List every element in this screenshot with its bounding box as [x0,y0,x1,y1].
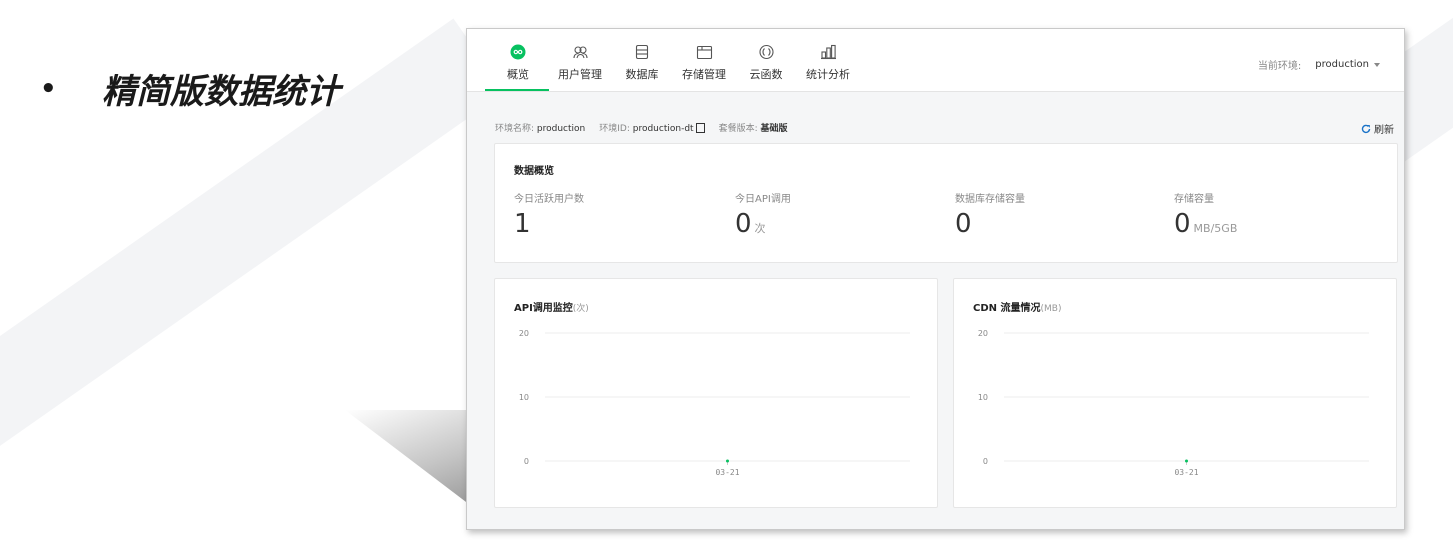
stat-label: 今日活跃用户数 [514,194,584,205]
stat-label: 存储容量 [1174,194,1214,205]
env-id-value: production-dt [632,124,694,134]
stat-database-capacity: 数据库存储容量 0 [955,190,1025,244]
function-icon [757,43,775,61]
env-name-field: 环境名称: production [495,121,585,134]
stat-value: 0次 [735,209,791,244]
tab-overview[interactable]: 概览 [485,43,549,91]
slide-heading-text: 精简版数据统计 [102,72,340,112]
cdn-traffic-card: CDN 流量情况(MB) 0 10 20 03-21 [953,278,1397,508]
stat-label: 今日API调用 [735,194,791,205]
tab-label: 用户管理 [558,68,602,81]
stat-storage-capacity: 存储容量 0 MB/5GB [1174,190,1237,244]
y-tick-label: 0 [524,457,529,466]
plan-field: 套餐版本: 基础版 [719,121,788,134]
refresh-button[interactable]: 刷新 [1361,121,1394,136]
tab-database[interactable]: 数据库 [611,43,673,91]
top-nav-bar: 概览 用户管理 数据库 存储管理 云函数 统计分析 当前环境: producti… [467,29,1404,92]
api-monitor-chart: 0 10 20 03-21 [519,329,910,477]
database-icon [633,43,651,61]
stat-active-users: 今日活跃用户数 1 [514,190,584,244]
users-icon [571,43,589,61]
slide-heading: • 精简版数据统计 [40,64,340,113]
stat-label: 数据库存储容量 [955,194,1025,205]
data-point[interactable] [1185,459,1188,463]
refresh-icon [1361,124,1371,133]
plan-value: 基础版 [760,124,788,134]
data-point[interactable] [726,459,729,463]
tab-label: 云函数 [749,68,783,81]
stat-value: 0 MB/5GB [1174,209,1237,244]
stat-number: 0 [955,209,972,239]
folder-icon [695,43,713,61]
env-label: 当前环境: [1257,61,1302,72]
stat-unit: 次 [754,222,766,235]
env-name-label: 环境名称: [495,124,535,134]
tab-storage-management[interactable]: 存储管理 [673,43,735,91]
env-name-value: production [536,124,586,134]
tab-user-management[interactable]: 用户管理 [549,43,611,91]
bullet-point: • [40,73,57,104]
refresh-label: 刷新 [1374,125,1394,136]
nav-tabs: 概览 用户管理 数据库 存储管理 云函数 统计分析 [485,43,859,91]
env-value[interactable]: production [1315,59,1380,70]
tab-label: 统计分析 [806,68,850,81]
tab-label: 概览 [507,68,529,81]
environment-selector[interactable]: 当前环境: production [1258,57,1380,72]
cdn-traffic-chart: 0 10 20 03-21 [978,329,1369,477]
stat-unit: MB/5GB [1193,222,1238,235]
chevron-down-icon [1374,62,1380,67]
api-monitor-card: API调用监控(次) 0 10 20 03-21 [494,278,938,508]
frame-shadow [345,410,470,505]
data-overview-card: 数据概览 今日活跃用户数 1 今日API调用 0次 数据库存储容量 0 存储容量… [494,143,1398,263]
tab-statistics[interactable]: 统计分析 [797,43,859,91]
y-tick-label: 10 [978,393,988,402]
tab-label: 存储管理 [682,68,726,81]
copy-icon[interactable] [695,122,705,133]
stat-value: 1 [514,209,584,244]
env-id-label: 环境ID: [599,124,630,134]
x-tick-label: 03-21 [715,468,739,477]
stat-number: 0 [1174,209,1191,239]
x-tick-label: 03-21 [1174,468,1198,477]
stat-value: 0 [955,209,1025,244]
y-tick-label: 20 [519,329,529,338]
infinity-icon [509,43,527,61]
y-tick-label: 20 [978,329,988,338]
stat-number: 0 [735,209,752,239]
bar-chart-icon [819,43,837,61]
stat-api-calls: 今日API调用 0次 [735,190,791,244]
environment-info: 环境名称: production 环境ID: production-dt 套餐版… [495,121,788,134]
env-id-field: 环境ID: production-dt [599,121,705,134]
tab-label: 数据库 [625,68,659,81]
stat-number: 1 [514,209,531,239]
y-tick-label: 0 [983,457,988,466]
overview-title: 数据概览 [514,166,554,177]
y-tick-label: 10 [519,393,529,402]
console-screenshot: 概览 用户管理 数据库 存储管理 云函数 统计分析 当前环境: producti… [466,28,1405,530]
plan-label: 套餐版本: [718,124,758,134]
env-value-text: production [1315,59,1369,70]
tab-cloud-functions[interactable]: 云函数 [735,43,797,91]
